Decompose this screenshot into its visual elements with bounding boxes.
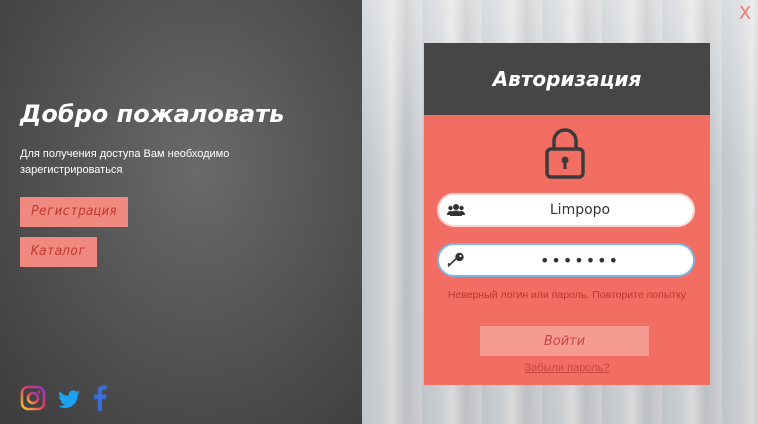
password-field[interactable] xyxy=(437,243,695,277)
login-card: Авторизация Неверный логин или пароль. П… xyxy=(424,43,710,385)
catalog-button[interactable]: Каталог xyxy=(20,237,97,267)
password-input[interactable] xyxy=(439,245,693,275)
login-field[interactable] xyxy=(437,193,695,227)
social-links xyxy=(20,384,108,412)
login-input[interactable] xyxy=(439,195,693,225)
welcome-subtitle: Для получения доступа Вам необходимо зар… xyxy=(20,148,230,176)
close-button[interactable]: X xyxy=(736,4,754,24)
facebook-icon[interactable] xyxy=(92,384,108,412)
instagram-icon[interactable] xyxy=(20,384,46,412)
error-message: Неверный логин или пароль. Повторите поп… xyxy=(447,289,687,301)
lock-icon xyxy=(545,128,585,179)
login-button[interactable]: Войти xyxy=(480,326,649,356)
register-button[interactable]: Регистрация xyxy=(20,197,129,227)
welcome-title: Добро пожаловать xyxy=(20,100,285,128)
key-icon xyxy=(447,252,464,267)
forgot-password-link[interactable]: Забыли пароль? xyxy=(424,362,710,374)
twitter-icon[interactable] xyxy=(56,384,82,412)
auth-title: Авторизация xyxy=(424,43,710,115)
users-icon xyxy=(447,204,465,216)
welcome-panel: Добро пожаловать Для получения доступа В… xyxy=(0,0,362,424)
